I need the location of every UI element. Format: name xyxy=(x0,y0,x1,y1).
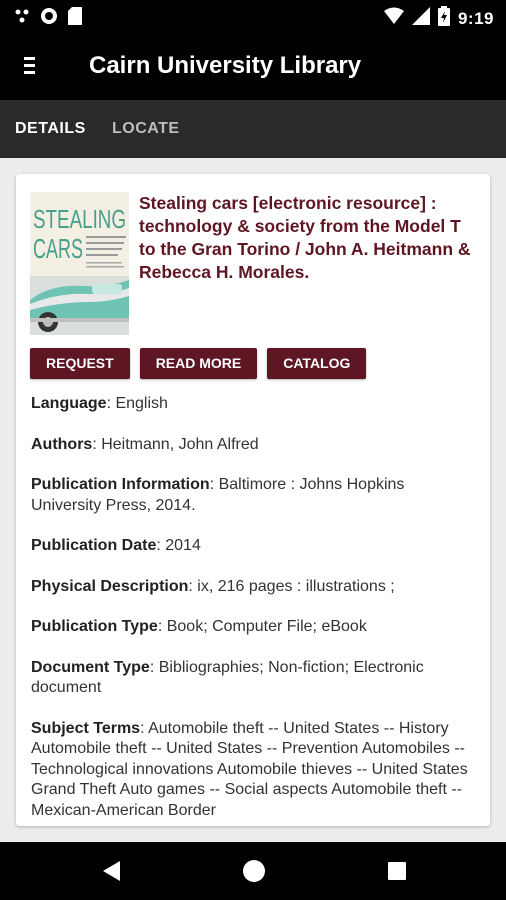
cover-title-line2: CARS xyxy=(33,233,83,264)
field-value: English xyxy=(115,395,168,412)
field-value: 2014 xyxy=(165,537,201,554)
app-title: Cairn University Library xyxy=(89,52,362,79)
status-bar-left-icons xyxy=(14,7,82,30)
wifi-icon xyxy=(383,7,404,30)
field-label: Publication Date xyxy=(31,537,157,554)
field-publication-type: Publication Type: Book; Computer File; e… xyxy=(31,618,367,635)
recents-icon[interactable] xyxy=(386,859,408,888)
field-document-type: Document Type: Bibliographies; Non-ficti… xyxy=(31,658,424,697)
field-publication-information: Publication Information: Baltimore : Joh… xyxy=(31,476,405,514)
catalog-button[interactable]: CATALOG xyxy=(267,348,367,379)
field-publication-date: Publication Date: 2014 xyxy=(31,537,201,554)
field-value: Heitmann, John Alfred xyxy=(101,435,259,453)
app-bar: Cairn University Library xyxy=(0,34,506,100)
field-label: Publication Information xyxy=(31,476,210,493)
battery-icon xyxy=(437,6,450,31)
sync-icon xyxy=(40,7,58,30)
field-subject-terms: Subject Terms: Automobile theft -- Unite… xyxy=(31,719,468,819)
field-authors: Authors: Heitmann, John Alfred xyxy=(31,435,259,453)
tab-locate[interactable]: LOCATE xyxy=(112,120,180,138)
record-details: Language: English Authors: Heitmann, Joh… xyxy=(31,394,479,826)
field-label: Physical Description xyxy=(31,577,189,595)
status-bar: 9:19 xyxy=(0,0,506,34)
field-label: Publication Type xyxy=(31,618,158,635)
field-value: Book; Computer File; eBook xyxy=(166,618,367,635)
tab-bar: DETAILS LOCATE xyxy=(0,100,506,158)
field-value: ix, 216 pages : illustrations ; xyxy=(197,577,395,595)
tab-details[interactable]: DETAILS xyxy=(15,120,86,138)
navigation-bar xyxy=(0,842,506,900)
signal-icon xyxy=(411,7,430,30)
menu-icon[interactable] xyxy=(20,55,42,77)
record-title: Stealing cars [electronic resource] : te… xyxy=(139,193,471,282)
back-icon[interactable] xyxy=(100,859,122,888)
field-label: Document Type xyxy=(31,658,150,676)
field-physical-description: Physical Description: ix, 216 pages : il… xyxy=(31,577,395,595)
field-label: Subject Terms xyxy=(31,719,141,737)
notification-icon xyxy=(14,8,30,29)
status-bar-right-icons: 9:19 xyxy=(383,6,494,31)
field-language: Language: English xyxy=(31,395,168,412)
field-label: Language xyxy=(31,395,107,412)
status-time: 9:19 xyxy=(457,8,494,28)
book-cover: STEALING CARS xyxy=(30,192,129,335)
home-icon[interactable] xyxy=(242,859,266,888)
request-button[interactable]: REQUEST xyxy=(30,348,130,379)
field-label: Authors xyxy=(31,435,93,453)
read-more-button[interactable]: READ MORE xyxy=(139,348,258,379)
sd-card-icon xyxy=(68,7,82,30)
cover-title-line1: STEALING xyxy=(33,204,126,234)
action-buttons: REQUEST READ MORE CATALOG xyxy=(30,348,367,379)
record-card: STEALING CARS Stealing cars [electronic … xyxy=(16,174,490,826)
